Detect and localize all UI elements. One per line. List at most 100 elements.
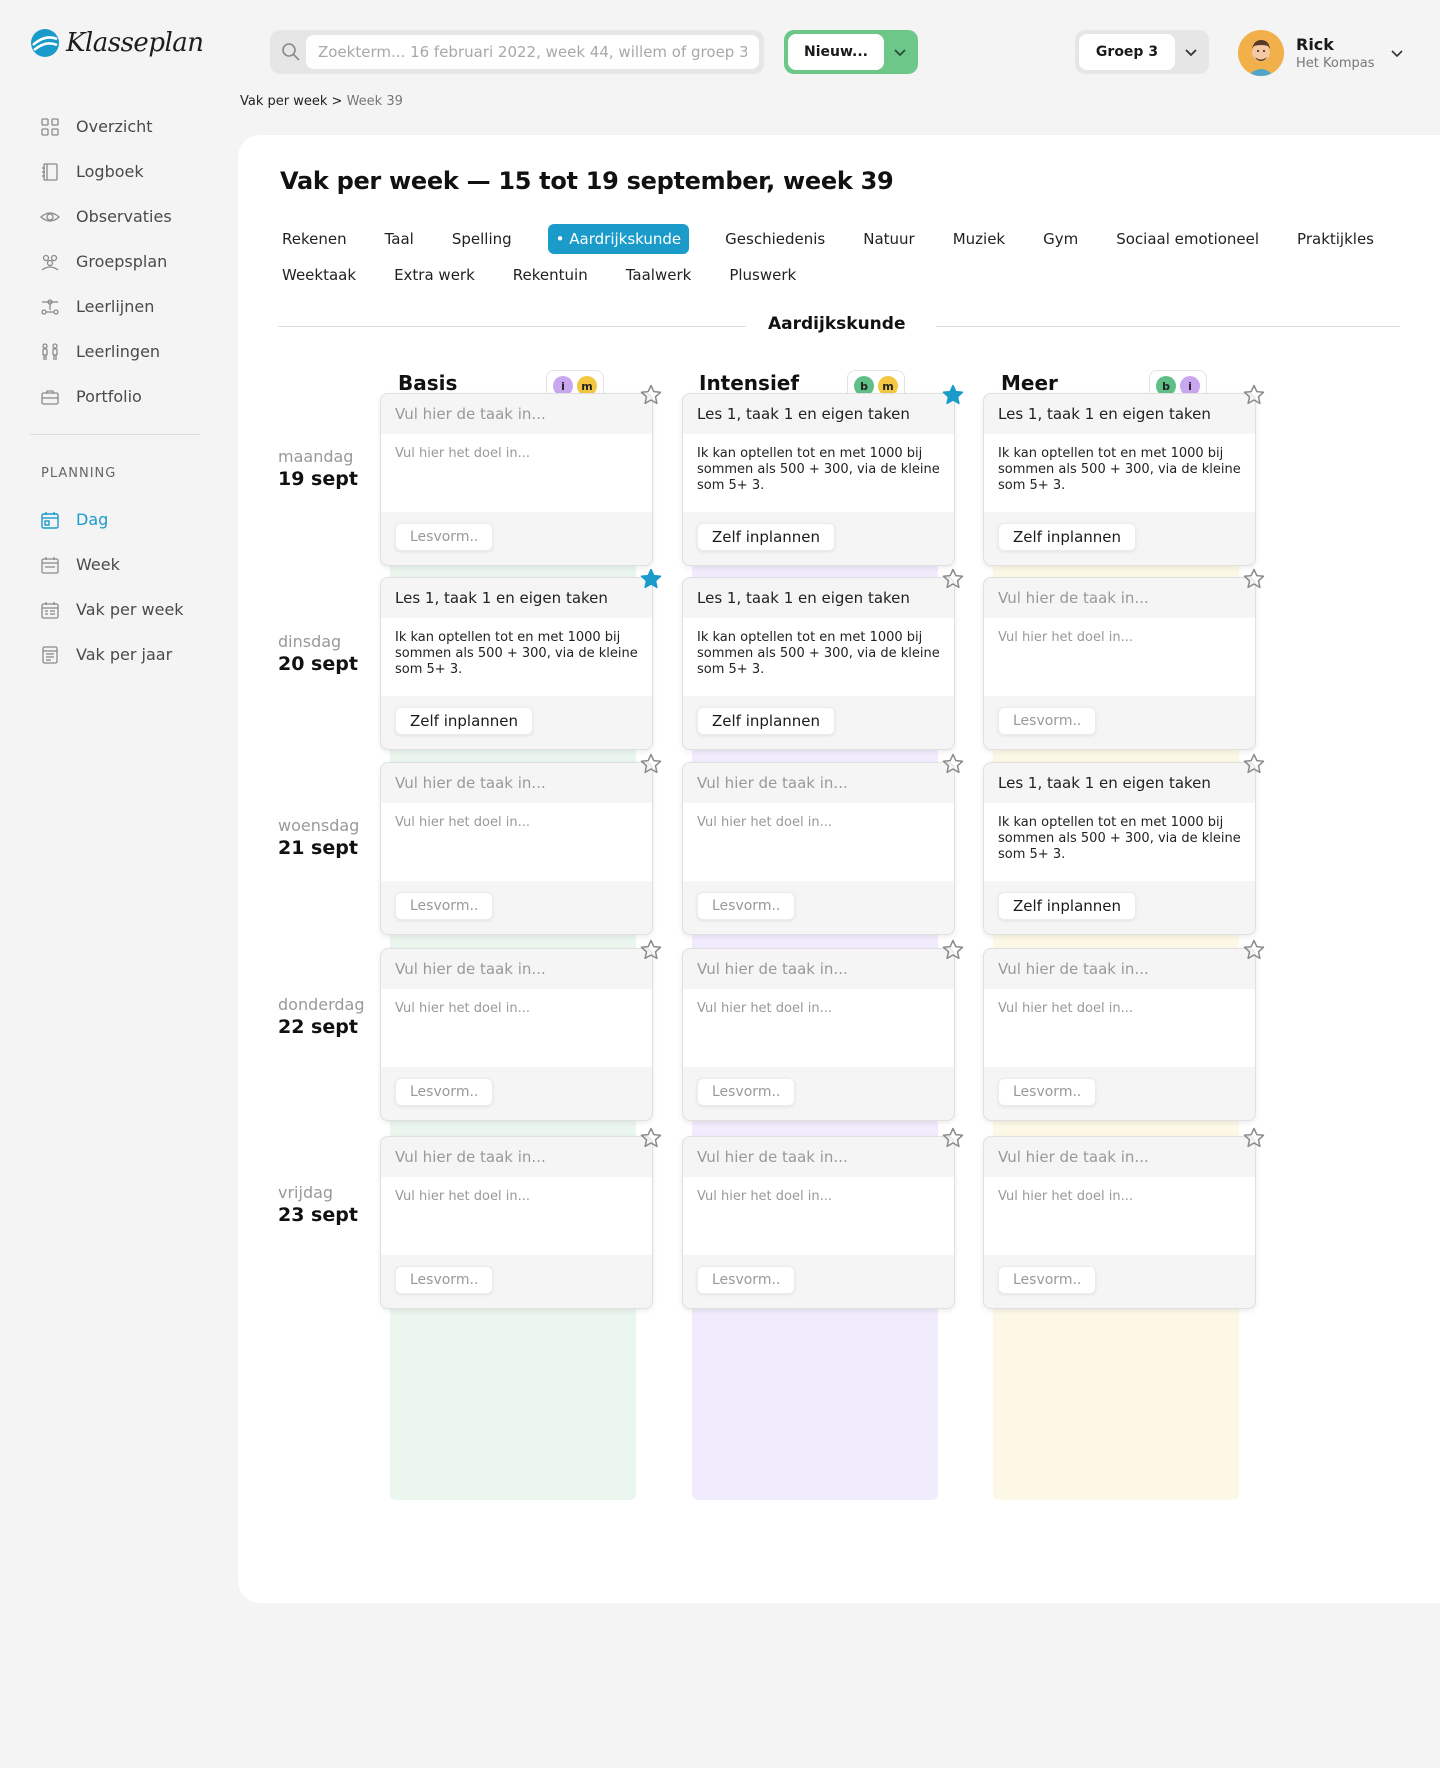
task-field[interactable]: Vul hier de taak in... xyxy=(984,1137,1255,1177)
tab-pluswerk[interactable]: Pluswerk xyxy=(727,260,798,290)
task-field[interactable]: Les 1, taak 1 en eigen taken xyxy=(683,578,954,618)
lesvorm-button[interactable]: Lesvorm.. xyxy=(998,1266,1097,1294)
goal-field[interactable]: Ik kan optellen tot en met 1000 bij somm… xyxy=(984,434,1255,512)
sidebar-item-portfolio[interactable]: Portfolio xyxy=(40,374,220,419)
lesson-card[interactable]: Les 1, taak 1 en eigen taken Ik kan optel… xyxy=(682,577,955,750)
star-icon[interactable] xyxy=(1242,752,1266,776)
sidebar-item-vak-per-jaar[interactable]: Vak per jaar xyxy=(40,632,220,677)
goal-field[interactable]: Ik kan optellen tot en met 1000 bij somm… xyxy=(683,618,954,696)
tab-sociaal-emotioneel[interactable]: Sociaal emotioneel xyxy=(1114,224,1261,254)
lesson-card[interactable]: Vul hier de taak in... Vul hier het doel … xyxy=(380,762,653,935)
star-icon[interactable] xyxy=(941,938,965,962)
task-field[interactable]: Vul hier de taak in... xyxy=(381,763,652,803)
lesvorm-button[interactable]: Lesvorm.. xyxy=(395,1078,494,1106)
star-icon[interactable] xyxy=(639,1126,663,1150)
goal-field[interactable]: Ik kan optellen tot en met 1000 bij somm… xyxy=(683,434,954,512)
task-field[interactable]: Vul hier de taak in... xyxy=(381,394,652,434)
lesson-card[interactable]: Les 1, taak 1 en eigen taken Ik kan optel… xyxy=(983,762,1256,935)
group-selector[interactable]: Groep 3 xyxy=(1075,30,1209,74)
goal-field[interactable]: Ik kan optellen tot en met 1000 bij somm… xyxy=(984,803,1255,881)
lesvorm-button[interactable]: Zelf inplannen xyxy=(998,523,1137,551)
task-field[interactable]: Vul hier de taak in... xyxy=(683,763,954,803)
tab-weektaak[interactable]: Weektaak xyxy=(280,260,358,290)
task-field[interactable]: Vul hier de taak in... xyxy=(381,949,652,989)
lesson-card[interactable]: Vul hier de taak in... Vul hier het doel … xyxy=(682,1136,955,1309)
lesvorm-button[interactable]: Lesvorm.. xyxy=(395,1266,494,1294)
goal-field[interactable]: Vul hier het doel in... xyxy=(984,618,1255,696)
lesson-card[interactable]: Vul hier de taak in... Vul hier het doel … xyxy=(380,1136,653,1309)
goal-field[interactable]: Vul hier het doel in... xyxy=(984,1177,1255,1255)
star-icon[interactable] xyxy=(1242,1126,1266,1150)
goal-field[interactable]: Vul hier het doel in... xyxy=(683,989,954,1067)
sidebar-item-dag[interactable]: Dag xyxy=(40,497,220,542)
lesson-card[interactable]: Les 1, taak 1 en eigen taken Ik kan optel… xyxy=(380,577,653,750)
lesson-card[interactable]: Vul hier de taak in... Vul hier het doel … xyxy=(682,948,955,1121)
lesvorm-button[interactable]: Zelf inplannen xyxy=(697,707,836,735)
goal-field[interactable]: Vul hier het doel in... xyxy=(381,803,652,881)
sidebar-item-leerlijnen[interactable]: Leerlijnen xyxy=(40,284,220,329)
task-field[interactable]: Vul hier de taak in... xyxy=(381,1137,652,1177)
new-button[interactable]: Nieuw... xyxy=(784,30,918,74)
lesvorm-button[interactable]: Lesvorm.. xyxy=(998,707,1097,735)
task-field[interactable]: Vul hier de taak in... xyxy=(683,949,954,989)
lesson-card[interactable]: Vul hier de taak in... Vul hier het doel … xyxy=(380,393,653,566)
lesvorm-button[interactable]: Zelf inplannen xyxy=(998,892,1137,920)
goal-field[interactable]: Vul hier het doel in... xyxy=(381,989,652,1067)
lesvorm-button[interactable]: Zelf inplannen xyxy=(697,523,836,551)
star-filled-icon[interactable] xyxy=(639,567,663,591)
lesvorm-button[interactable]: Lesvorm.. xyxy=(395,523,494,551)
star-icon[interactable] xyxy=(941,752,965,776)
lesson-card[interactable]: Vul hier de taak in... Vul hier het doel … xyxy=(983,577,1256,750)
star-icon[interactable] xyxy=(639,938,663,962)
task-field[interactable]: Vul hier de taak in... xyxy=(683,1137,954,1177)
app-logo[interactable]: Klasseplan xyxy=(30,28,204,58)
tab-extra-werk[interactable]: Extra werk xyxy=(392,260,477,290)
goal-field[interactable]: Vul hier het doel in... xyxy=(381,1177,652,1255)
sidebar-item-logboek[interactable]: Logboek xyxy=(40,149,220,194)
star-icon[interactable] xyxy=(639,752,663,776)
star-icon[interactable] xyxy=(1242,567,1266,591)
lesvorm-button[interactable]: Lesvorm.. xyxy=(697,1266,796,1294)
lesson-card[interactable]: Vul hier de taak in... Vul hier het doel … xyxy=(983,1136,1256,1309)
tab-natuur[interactable]: Natuur xyxy=(861,224,916,254)
lesvorm-button[interactable]: Lesvorm.. xyxy=(697,1078,796,1106)
star-icon[interactable] xyxy=(941,1126,965,1150)
lesson-card[interactable]: Les 1, taak 1 en eigen taken Ik kan optel… xyxy=(682,393,955,566)
search-input[interactable] xyxy=(306,35,759,69)
lesvorm-button[interactable]: Zelf inplannen xyxy=(395,707,534,735)
lesvorm-button[interactable]: Lesvorm.. xyxy=(395,892,494,920)
goal-field[interactable]: Vul hier het doel in... xyxy=(381,434,652,512)
sidebar-item-observaties[interactable]: Observaties xyxy=(40,194,220,239)
lesson-card[interactable]: Les 1, taak 1 en eigen taken Ik kan optel… xyxy=(983,393,1256,566)
tab-muziek[interactable]: Muziek xyxy=(951,224,1007,254)
sidebar-item-vak-per-week[interactable]: Vak per week xyxy=(40,587,220,632)
lesvorm-button[interactable]: Lesvorm.. xyxy=(998,1078,1097,1106)
task-field[interactable]: Vul hier de taak in... xyxy=(984,949,1255,989)
task-field[interactable]: Les 1, taak 1 en eigen taken xyxy=(984,763,1255,803)
goal-field[interactable]: Vul hier het doel in... xyxy=(683,1177,954,1255)
goal-field[interactable]: Ik kan optellen tot en met 1000 bij somm… xyxy=(381,618,652,696)
tab-rekentuin[interactable]: Rekentuin xyxy=(511,260,590,290)
star-icon[interactable] xyxy=(639,383,663,407)
star-icon[interactable] xyxy=(1242,938,1266,962)
breadcrumb-parent[interactable]: Vak per week xyxy=(240,94,327,109)
tab-spelling[interactable]: Spelling xyxy=(450,224,514,254)
chevron-down-icon[interactable] xyxy=(1389,45,1405,61)
tab-gym[interactable]: Gym xyxy=(1041,224,1080,254)
chevron-down-icon[interactable] xyxy=(1183,44,1199,60)
goal-field[interactable]: Vul hier het doel in... xyxy=(984,989,1255,1067)
task-field[interactable]: Les 1, taak 1 en eigen taken xyxy=(683,394,954,434)
star-icon[interactable] xyxy=(1242,383,1266,407)
goal-field[interactable]: Vul hier het doel in... xyxy=(683,803,954,881)
lesson-card[interactable]: Vul hier de taak in... Vul hier het doel … xyxy=(380,948,653,1121)
tab-praktijkles[interactable]: Praktijkles xyxy=(1295,224,1376,254)
task-field[interactable]: Les 1, taak 1 en eigen taken xyxy=(984,394,1255,434)
tab-rekenen[interactable]: Rekenen xyxy=(280,224,349,254)
tab-taalwerk[interactable]: Taalwerk xyxy=(624,260,694,290)
task-field[interactable]: Les 1, taak 1 en eigen taken xyxy=(381,578,652,618)
chevron-down-icon[interactable] xyxy=(892,44,908,60)
star-icon[interactable] xyxy=(941,567,965,591)
sidebar-item-leerlingen[interactable]: Leerlingen xyxy=(40,329,220,374)
star-filled-icon[interactable] xyxy=(941,383,965,407)
tab-taal[interactable]: Taal xyxy=(383,224,416,254)
